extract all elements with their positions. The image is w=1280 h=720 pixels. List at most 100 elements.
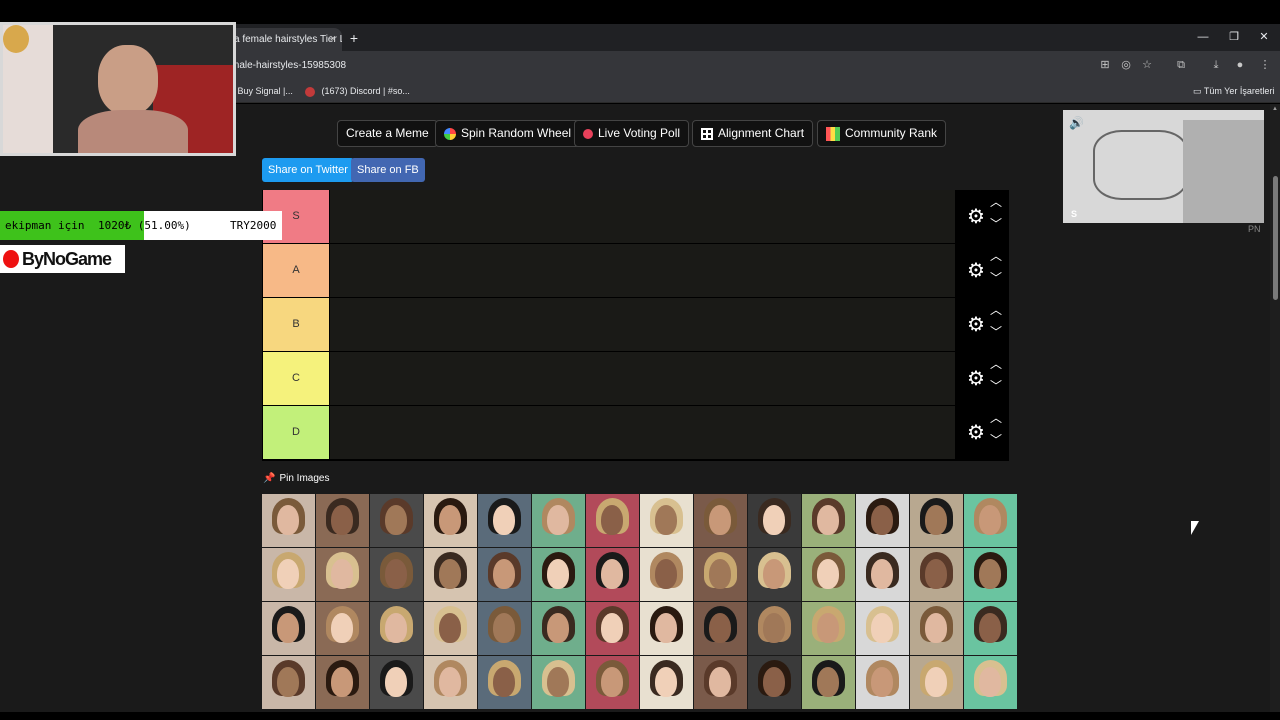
tier-drop-area[interactable] [330, 298, 955, 351]
browser-tab[interactable]: a female hairstyles Tier L × [226, 28, 342, 51]
hairstyle-image[interactable] [370, 602, 423, 655]
hairstyle-image[interactable] [964, 494, 1017, 547]
hairstyle-image[interactable] [262, 602, 315, 655]
url-field[interactable]: male-hairstyles-15985308 [231, 51, 346, 80]
gear-icon[interactable]: ⚙ [965, 422, 987, 444]
hairstyle-image[interactable] [640, 656, 693, 709]
chevron-up-icon[interactable]: ︿ [989, 196, 1003, 208]
hairstyle-image[interactable] [316, 548, 369, 601]
gear-icon[interactable]: ⚙ [965, 368, 987, 390]
hairstyle-image[interactable] [694, 602, 747, 655]
alignment-chart-button[interactable]: Alignment Chart [692, 120, 814, 147]
hairstyle-image[interactable] [478, 656, 531, 709]
tier-drop-area[interactable] [330, 244, 955, 297]
page-scrollbar[interactable]: ▲ [1270, 104, 1280, 712]
download-icon[interactable]: ⤓ [1208, 57, 1224, 73]
pin-images-toggle[interactable]: 📌 Pin Images [263, 473, 329, 484]
hairstyle-image[interactable] [370, 548, 423, 601]
hairstyle-image[interactable] [910, 548, 963, 601]
chevron-up-icon[interactable]: ︿ [989, 250, 1003, 262]
restore-button[interactable]: ❐ [1219, 27, 1249, 47]
gear-icon[interactable]: ⚙ [965, 314, 987, 336]
minimize-button[interactable]: — [1188, 27, 1218, 47]
create-meme-button[interactable]: Create a Meme [337, 120, 438, 147]
tier-drop-area[interactable] [330, 190, 955, 243]
chevron-down-icon[interactable]: ﹀ [989, 434, 1003, 446]
share-twitter-button[interactable]: Share on Twitter [262, 158, 354, 182]
chevron-up-icon[interactable]: ︿ [989, 412, 1003, 424]
hairstyle-image[interactable] [532, 602, 585, 655]
volume-icon[interactable]: 🔊 [1069, 116, 1084, 130]
hairstyle-image[interactable] [586, 602, 639, 655]
all-bookmarks-folder[interactable]: ▭ Tüm Yer İşaretleri [1193, 80, 1274, 102]
chevron-down-icon[interactable]: ﹀ [989, 326, 1003, 338]
hairstyle-image[interactable] [748, 494, 801, 547]
chevron-up-icon[interactable]: ︿ [989, 304, 1003, 316]
menu-icon[interactable]: ⋮ [1257, 57, 1273, 73]
hairstyle-image[interactable] [910, 602, 963, 655]
chevron-down-icon[interactable]: ﹀ [989, 272, 1003, 284]
extensions-icon[interactable]: ⧉ [1173, 57, 1189, 73]
hairstyle-image[interactable] [856, 656, 909, 709]
gear-icon[interactable]: ⚙ [965, 260, 987, 282]
hairstyle-image[interactable] [316, 602, 369, 655]
hairstyle-image[interactable] [262, 656, 315, 709]
hairstyle-image[interactable] [748, 656, 801, 709]
star-icon[interactable]: ☆ [1139, 57, 1155, 73]
hairstyle-image[interactable] [424, 494, 477, 547]
profile-avatar-icon[interactable]: ● [1232, 57, 1248, 73]
hairstyle-image[interactable] [478, 494, 531, 547]
gear-icon[interactable]: ⚙ [965, 206, 987, 228]
tier-label[interactable]: D [263, 406, 329, 459]
hairstyle-image[interactable] [640, 494, 693, 547]
hairstyle-image[interactable] [856, 548, 909, 601]
hairstyle-image[interactable] [802, 656, 855, 709]
hairstyle-image[interactable] [964, 656, 1017, 709]
spin-wheel-button[interactable]: Spin Random Wheel [435, 120, 581, 147]
bookmark-discord[interactable]: (1673) Discord | #so... [305, 80, 410, 102]
hairstyle-image[interactable] [424, 656, 477, 709]
hairstyle-image[interactable] [802, 602, 855, 655]
scrollbar-thumb[interactable] [1273, 176, 1278, 300]
share-fb-button[interactable]: Share on FB [351, 158, 425, 182]
hairstyle-image[interactable] [424, 548, 477, 601]
hairstyle-image[interactable] [802, 494, 855, 547]
hairstyle-image[interactable] [748, 548, 801, 601]
hairstyle-image[interactable] [262, 548, 315, 601]
eye-slash-icon[interactable]: ◎ [1118, 57, 1134, 73]
hairstyle-image[interactable] [262, 494, 315, 547]
hairstyle-image[interactable] [640, 602, 693, 655]
hairstyle-image[interactable] [424, 602, 477, 655]
hairstyle-image[interactable] [856, 494, 909, 547]
hairstyle-image[interactable] [694, 494, 747, 547]
hairstyle-image[interactable] [316, 494, 369, 547]
chevron-down-icon[interactable]: ﹀ [989, 380, 1003, 392]
hairstyle-image[interactable] [478, 548, 531, 601]
hairstyle-image[interactable] [640, 548, 693, 601]
hairstyle-image[interactable] [802, 548, 855, 601]
new-tab-button[interactable]: + [346, 28, 362, 48]
live-poll-button[interactable]: Live Voting Poll [574, 120, 690, 147]
tier-label[interactable]: B [263, 298, 329, 351]
scroll-up-icon[interactable]: ▲ [1272, 106, 1278, 112]
chevron-down-icon[interactable]: ﹀ [989, 218, 1003, 230]
bookmark-buy-signal[interactable]: o Buy Signal |... [230, 80, 293, 102]
close-window-button[interactable]: ✕ [1249, 27, 1279, 47]
tab-close-icon[interactable]: × [330, 28, 336, 51]
tier-drop-area[interactable] [330, 352, 955, 405]
hairstyle-image[interactable] [856, 602, 909, 655]
tier-label[interactable]: A [263, 244, 329, 297]
translate-icon[interactable]: ⊞ [1097, 57, 1113, 73]
hairstyle-image[interactable] [694, 548, 747, 601]
community-rank-button[interactable]: Community Rank [817, 120, 947, 147]
tier-drop-area[interactable] [330, 406, 955, 459]
hairstyle-image[interactable] [532, 494, 585, 547]
hairstyle-image[interactable] [694, 656, 747, 709]
hairstyle-image[interactable] [532, 548, 585, 601]
chevron-up-icon[interactable]: ︿ [989, 358, 1003, 370]
hairstyle-image[interactable] [370, 494, 423, 547]
hairstyle-image[interactable] [586, 656, 639, 709]
hairstyle-image[interactable] [964, 548, 1017, 601]
hairstyle-image[interactable] [586, 548, 639, 601]
hairstyle-image[interactable] [586, 494, 639, 547]
